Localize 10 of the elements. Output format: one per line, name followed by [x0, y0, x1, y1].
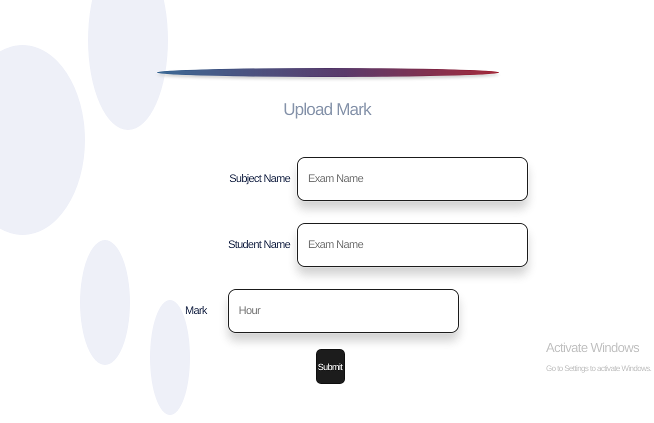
input-field[interactable]: Hour [228, 289, 459, 333]
field-label: Mark [185, 305, 207, 317]
input-field[interactable]: Exam Name [297, 157, 528, 201]
field-label: Student Name [228, 239, 290, 251]
activation-notice-title: Activate Windows [546, 340, 640, 355]
page-title: Upload Mark [283, 100, 371, 120]
input-field[interactable]: Exam Name [297, 223, 528, 267]
field-label: Subject Name [229, 173, 290, 185]
activation-notice-text: Go to Settings to activate Windows. [546, 364, 652, 373]
submit-button[interactable]: Submit [316, 349, 344, 384]
